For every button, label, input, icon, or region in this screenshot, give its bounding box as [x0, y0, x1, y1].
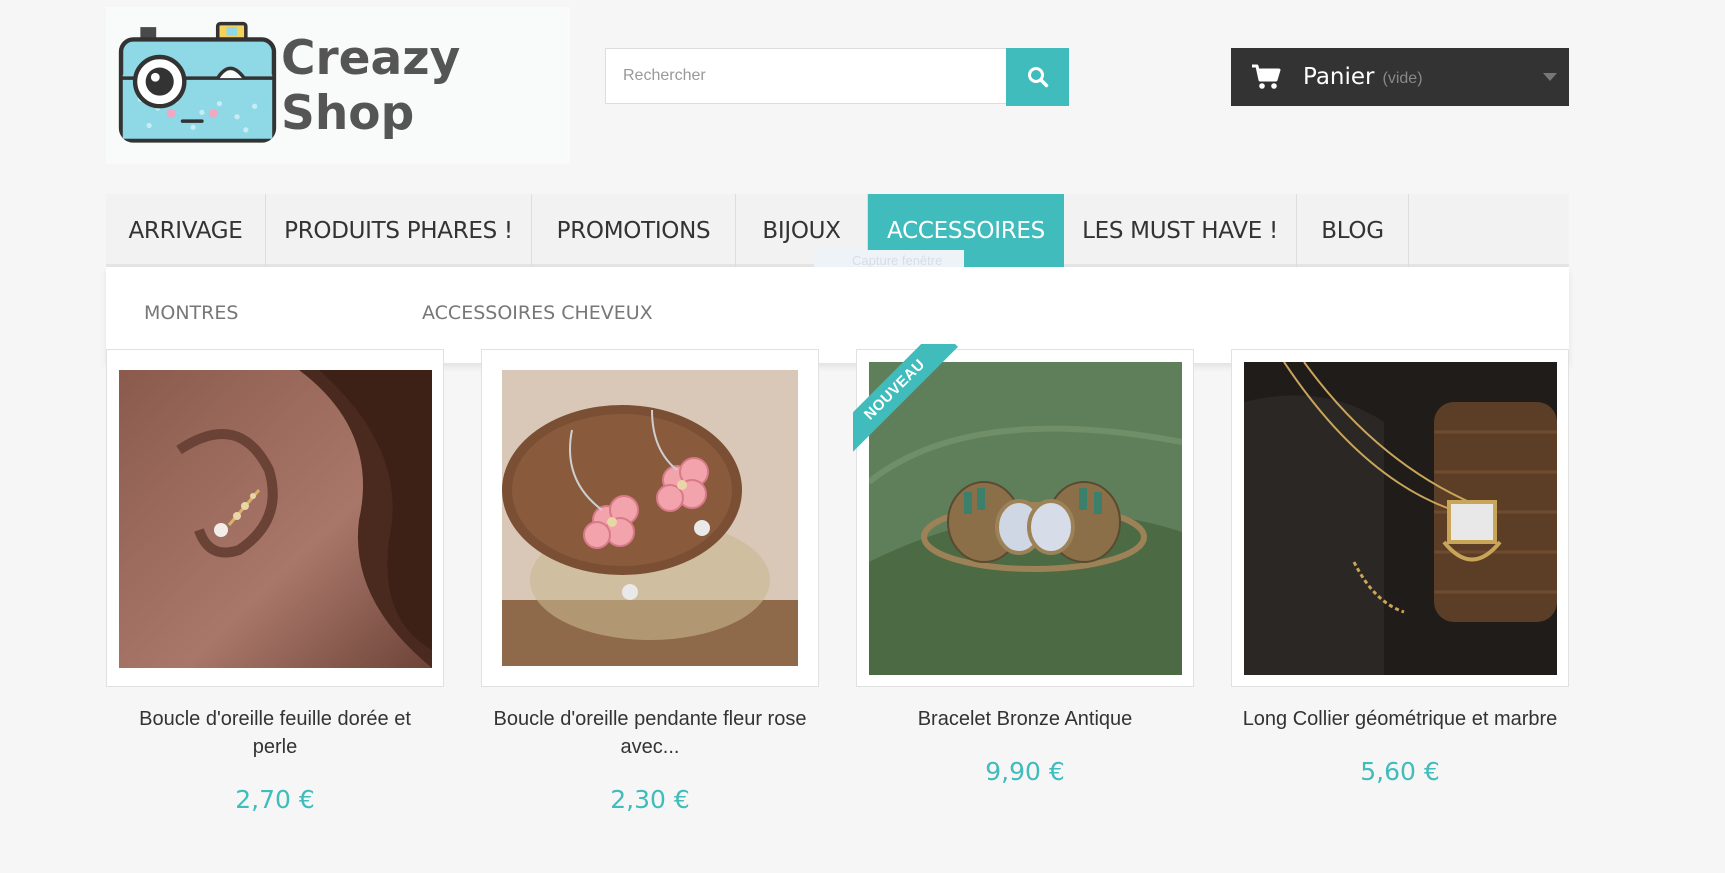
product-name[interactable]: Boucle d'oreille feuille dorée et perle — [106, 705, 444, 761]
product-name[interactable]: Long Collier géométrique et marbre — [1231, 705, 1569, 733]
submenu-item-montres[interactable]: MONTRES — [144, 302, 238, 324]
menu-item-arrivage[interactable]: ARRIVAGE — [106, 194, 266, 267]
camera-logo-icon — [118, 21, 277, 143]
menu-item-promotions[interactable]: PROMOTIONS — [532, 194, 736, 267]
product-name[interactable]: Bracelet Bronze Antique — [856, 705, 1194, 733]
shop-logo[interactable]: Creazy Shop — [106, 7, 570, 164]
product-price: 5,60 € — [1360, 757, 1440, 786]
product-thumbnail[interactable] — [1231, 349, 1569, 687]
menu-item-blog[interactable]: BLOG — [1297, 194, 1409, 267]
search-button[interactable] — [1006, 48, 1069, 106]
product-thumbnail[interactable] — [106, 349, 444, 687]
chevron-down-icon[interactable] — [1543, 73, 1557, 81]
product-name[interactable]: Boucle d'oreille pendante fleur rose ave… — [481, 705, 819, 761]
product-price: 2,70 € — [235, 785, 315, 814]
menu-item-produits-phares[interactable]: PRODUITS PHARES ! — [266, 194, 532, 267]
cart-icon — [1252, 64, 1281, 89]
product-card[interactable]: Boucle d'oreille feuille dorée et perle … — [106, 349, 444, 814]
product-price: 2,30 € — [610, 785, 690, 814]
page: Creazy Shop Panier (vide) ARRIVAGE PRODU… — [106, 0, 1569, 873]
cart-label: Panier — [1303, 64, 1375, 90]
product-thumbnail[interactable] — [481, 349, 819, 687]
product-card[interactable]: Long Collier géométrique et marbre 5,60 … — [1231, 349, 1569, 786]
product-image — [502, 370, 798, 666]
new-badge-label: NOUVEAU — [853, 344, 958, 453]
menu-item-must-have[interactable]: LES MUST HAVE ! — [1064, 194, 1297, 267]
product-image — [1244, 362, 1557, 675]
cart-button[interactable]: Panier (vide) — [1231, 48, 1569, 106]
product-thumbnail[interactable]: NOUVEAU — [853, 344, 1194, 687]
search-bar — [605, 48, 1069, 106]
product-image — [119, 370, 432, 668]
search-icon — [1027, 67, 1048, 88]
new-badge: NOUVEAU — [853, 344, 963, 454]
product-card[interactable]: NOUVEAU Bracelet Bronze Antique 9,90 € — [853, 344, 1194, 786]
brand-name: Creazy Shop — [280, 30, 461, 141]
product-card[interactable]: Boucle d'oreille pendante fleur rose ave… — [481, 349, 819, 814]
cart-status: (vide) — [1382, 70, 1423, 87]
search-input[interactable] — [605, 48, 1006, 104]
submenu-item-accessoires-cheveux[interactable]: ACCESSOIRES CHEVEUX — [422, 302, 653, 324]
product-price: 9,90 € — [985, 757, 1065, 786]
